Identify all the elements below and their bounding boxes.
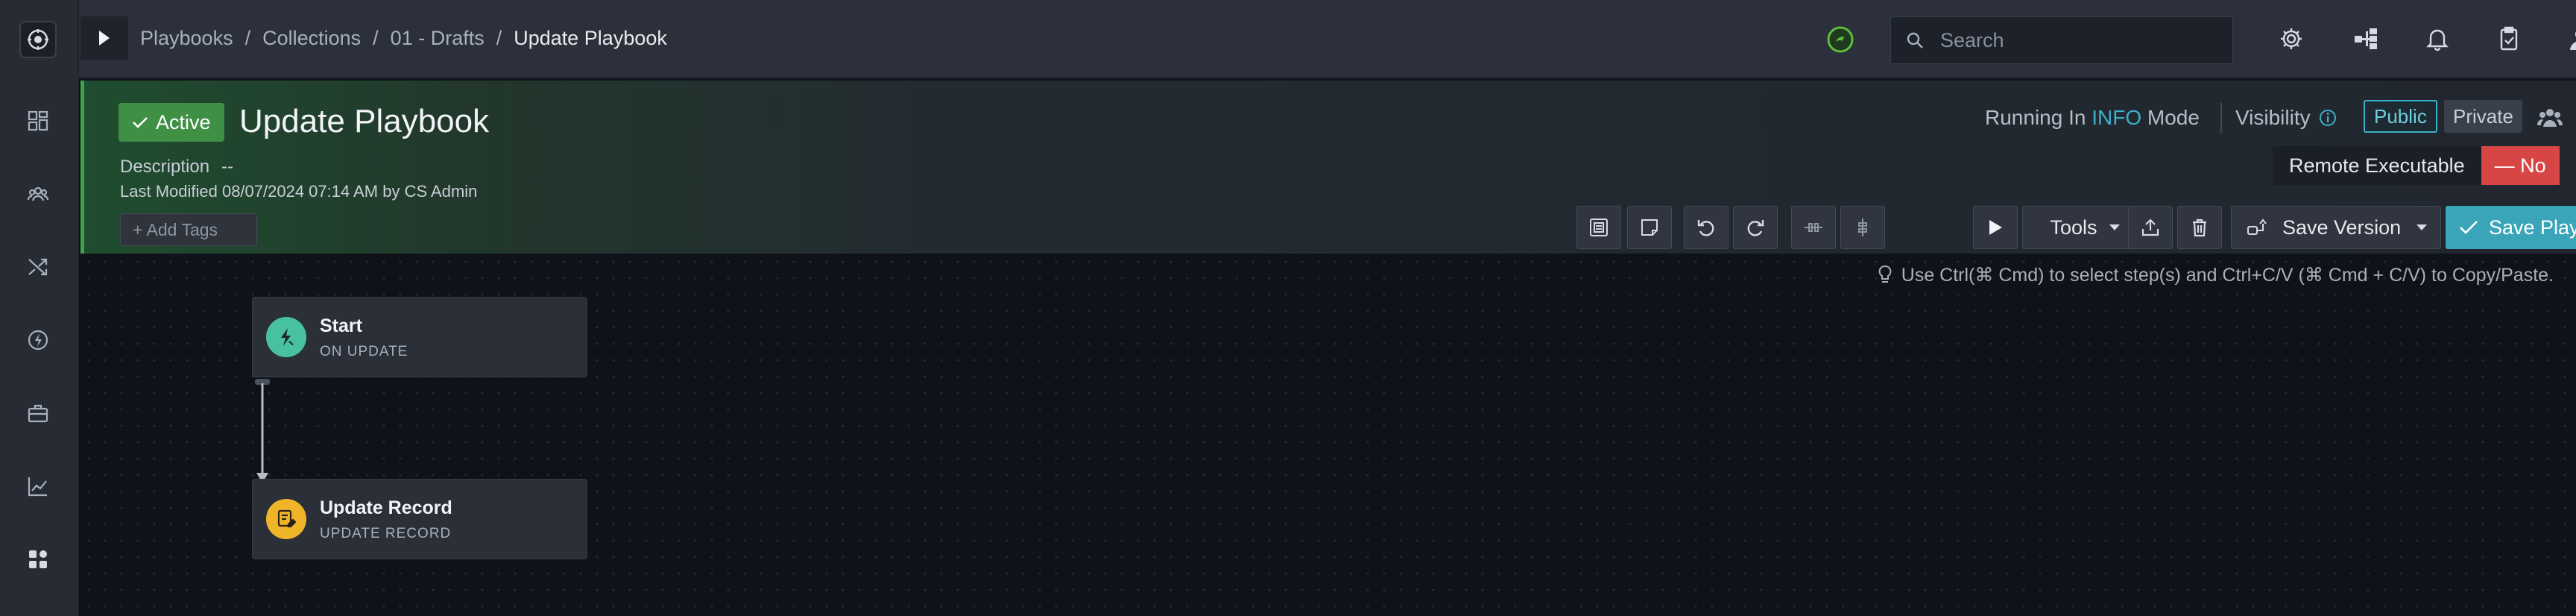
people-icon[interactable] bbox=[25, 180, 51, 207]
apps-icon[interactable] bbox=[25, 546, 51, 573]
breadcrumb-item[interactable]: Collections bbox=[262, 27, 361, 50]
node-subtitle: UPDATE RECORD bbox=[320, 526, 452, 541]
visibility-public-button[interactable]: Public bbox=[2364, 100, 2437, 133]
status-badge[interactable]: Active bbox=[119, 103, 224, 142]
clipboard-icon[interactable] bbox=[2494, 24, 2524, 54]
save-playbook-label: Save Playbook bbox=[2488, 216, 2576, 239]
tools-label: Tools bbox=[2050, 216, 2097, 239]
node-title: Start bbox=[320, 315, 362, 336]
chevron-down-icon[interactable] bbox=[2415, 223, 2428, 232]
align-vertical-button[interactable] bbox=[1840, 206, 1885, 249]
lightning-icon[interactable] bbox=[25, 327, 51, 353]
align-horizontal-icon bbox=[1805, 223, 1822, 232]
breadcrumb-separator: / bbox=[496, 27, 502, 49]
last-modified: Last Modified 08/07/2024 07:14 AM by CS … bbox=[120, 182, 478, 201]
hint-text: Use Ctrl(⌘ Cmd) to select step(s) and Ct… bbox=[1901, 265, 2554, 286]
left-rail bbox=[0, 0, 79, 616]
app-logo-icon[interactable] bbox=[19, 21, 57, 58]
running-mode-suffix: Mode bbox=[2147, 106, 2200, 129]
running-mode-level[interactable]: INFO bbox=[2092, 106, 2141, 129]
chart-icon[interactable] bbox=[25, 473, 51, 500]
page-title[interactable]: Update Playbook bbox=[239, 103, 489, 140]
hierarchy-icon[interactable] bbox=[2351, 24, 2381, 54]
playbook-header: Active Update Playbook Description -- La… bbox=[80, 81, 2576, 254]
status-indicator-icon[interactable] bbox=[1826, 25, 1854, 54]
breadcrumb-separator: / bbox=[244, 27, 251, 49]
add-tags-button[interactable]: + Add Tags bbox=[120, 213, 257, 246]
save-playbook-button[interactable]: Save Playbook bbox=[2446, 206, 2576, 249]
save-version-button[interactable]: Save Version bbox=[2231, 206, 2441, 249]
redo-icon bbox=[1747, 220, 1764, 236]
description-label: Description bbox=[120, 157, 210, 177]
redo-button[interactable] bbox=[1733, 206, 1778, 249]
align-horizontal-button[interactable] bbox=[1791, 206, 1836, 249]
run-button[interactable] bbox=[1973, 206, 2018, 249]
briefcase-icon[interactable] bbox=[25, 400, 51, 427]
doc-view-icon bbox=[1590, 219, 1608, 236]
sidebar-toggle-button[interactable] bbox=[80, 16, 128, 60]
shuffle-icon[interactable] bbox=[25, 254, 51, 280]
lightbulb-icon bbox=[1878, 265, 1892, 283]
save-version-label: Save Version bbox=[2282, 216, 2402, 239]
bell-icon[interactable] bbox=[2422, 24, 2452, 54]
breadcrumb: Playbooks / Collections / 01 - Drafts / … bbox=[140, 27, 667, 50]
info-icon[interactable] bbox=[2318, 108, 2337, 128]
delete-button[interactable] bbox=[2177, 206, 2222, 249]
search-input[interactable] bbox=[1940, 28, 2223, 52]
remote-executable: Remote Executable — No bbox=[2273, 146, 2560, 185]
undo-button[interactable] bbox=[1684, 206, 1729, 249]
breadcrumb-item[interactable]: 01 - Drafts bbox=[391, 27, 484, 50]
user-icon[interactable] bbox=[2566, 24, 2576, 54]
add-note-button[interactable] bbox=[1627, 206, 1672, 249]
remote-executable-label: Remote Executable bbox=[2273, 146, 2481, 185]
node-title: Update Record bbox=[320, 497, 452, 518]
play-icon bbox=[1989, 220, 2002, 235]
caret-right-icon bbox=[99, 31, 110, 45]
chevron-down-icon bbox=[2109, 224, 2120, 230]
description-value[interactable]: -- bbox=[221, 157, 233, 177]
status-label: Active bbox=[156, 110, 211, 133]
step-start[interactable]: Start ON UPDATE bbox=[252, 297, 587, 377]
check-icon bbox=[133, 117, 148, 128]
search-box bbox=[1890, 16, 2233, 64]
doc-view-button[interactable] bbox=[1576, 206, 1621, 249]
step-update-record[interactable]: Update Record UPDATE RECORD bbox=[252, 479, 587, 559]
divider bbox=[2220, 103, 2222, 133]
breadcrumb-current: Update Playbook bbox=[514, 27, 667, 49]
playbook-canvas[interactable]: Use Ctrl(⌘ Cmd) to select step(s) and Ct… bbox=[80, 254, 2576, 616]
copy-paste-hint: Use Ctrl(⌘ Cmd) to select step(s) and Ct… bbox=[1878, 264, 2554, 286]
settings-icon[interactable] bbox=[2276, 24, 2306, 54]
export-icon bbox=[2141, 219, 2159, 236]
visibility-label: Visibility bbox=[2235, 106, 2311, 129]
visibility-private-button[interactable]: Private bbox=[2444, 100, 2522, 133]
remote-executable-toggle[interactable]: — No bbox=[2481, 146, 2560, 185]
breadcrumb-item[interactable]: Playbooks bbox=[140, 27, 233, 50]
dashboard-icon[interactable] bbox=[25, 107, 51, 134]
align-vertical-icon bbox=[1858, 219, 1867, 236]
visibility-label-group: Visibility bbox=[2235, 106, 2337, 130]
step-connector[interactable] bbox=[247, 379, 277, 491]
note-icon bbox=[1641, 219, 1658, 236]
top-bar: Playbooks / Collections / 01 - Drafts / … bbox=[79, 0, 2576, 79]
undo-icon bbox=[1697, 220, 1714, 236]
node-subtitle: ON UPDATE bbox=[320, 344, 408, 359]
check-icon bbox=[2460, 221, 2478, 234]
search-icon bbox=[1907, 32, 1923, 48]
trigger-icon bbox=[266, 317, 306, 357]
export-button[interactable] bbox=[2128, 206, 2173, 249]
version-icon bbox=[2247, 219, 2267, 235]
running-mode: Running In INFO Mode bbox=[1985, 106, 2200, 130]
update-record-icon bbox=[266, 499, 306, 539]
breadcrumb-separator: / bbox=[373, 27, 379, 49]
trash-icon bbox=[2193, 219, 2206, 237]
running-mode-prefix: Running In bbox=[1985, 106, 2086, 129]
description: Description -- bbox=[120, 157, 233, 177]
team-icon[interactable] bbox=[2536, 104, 2563, 131]
